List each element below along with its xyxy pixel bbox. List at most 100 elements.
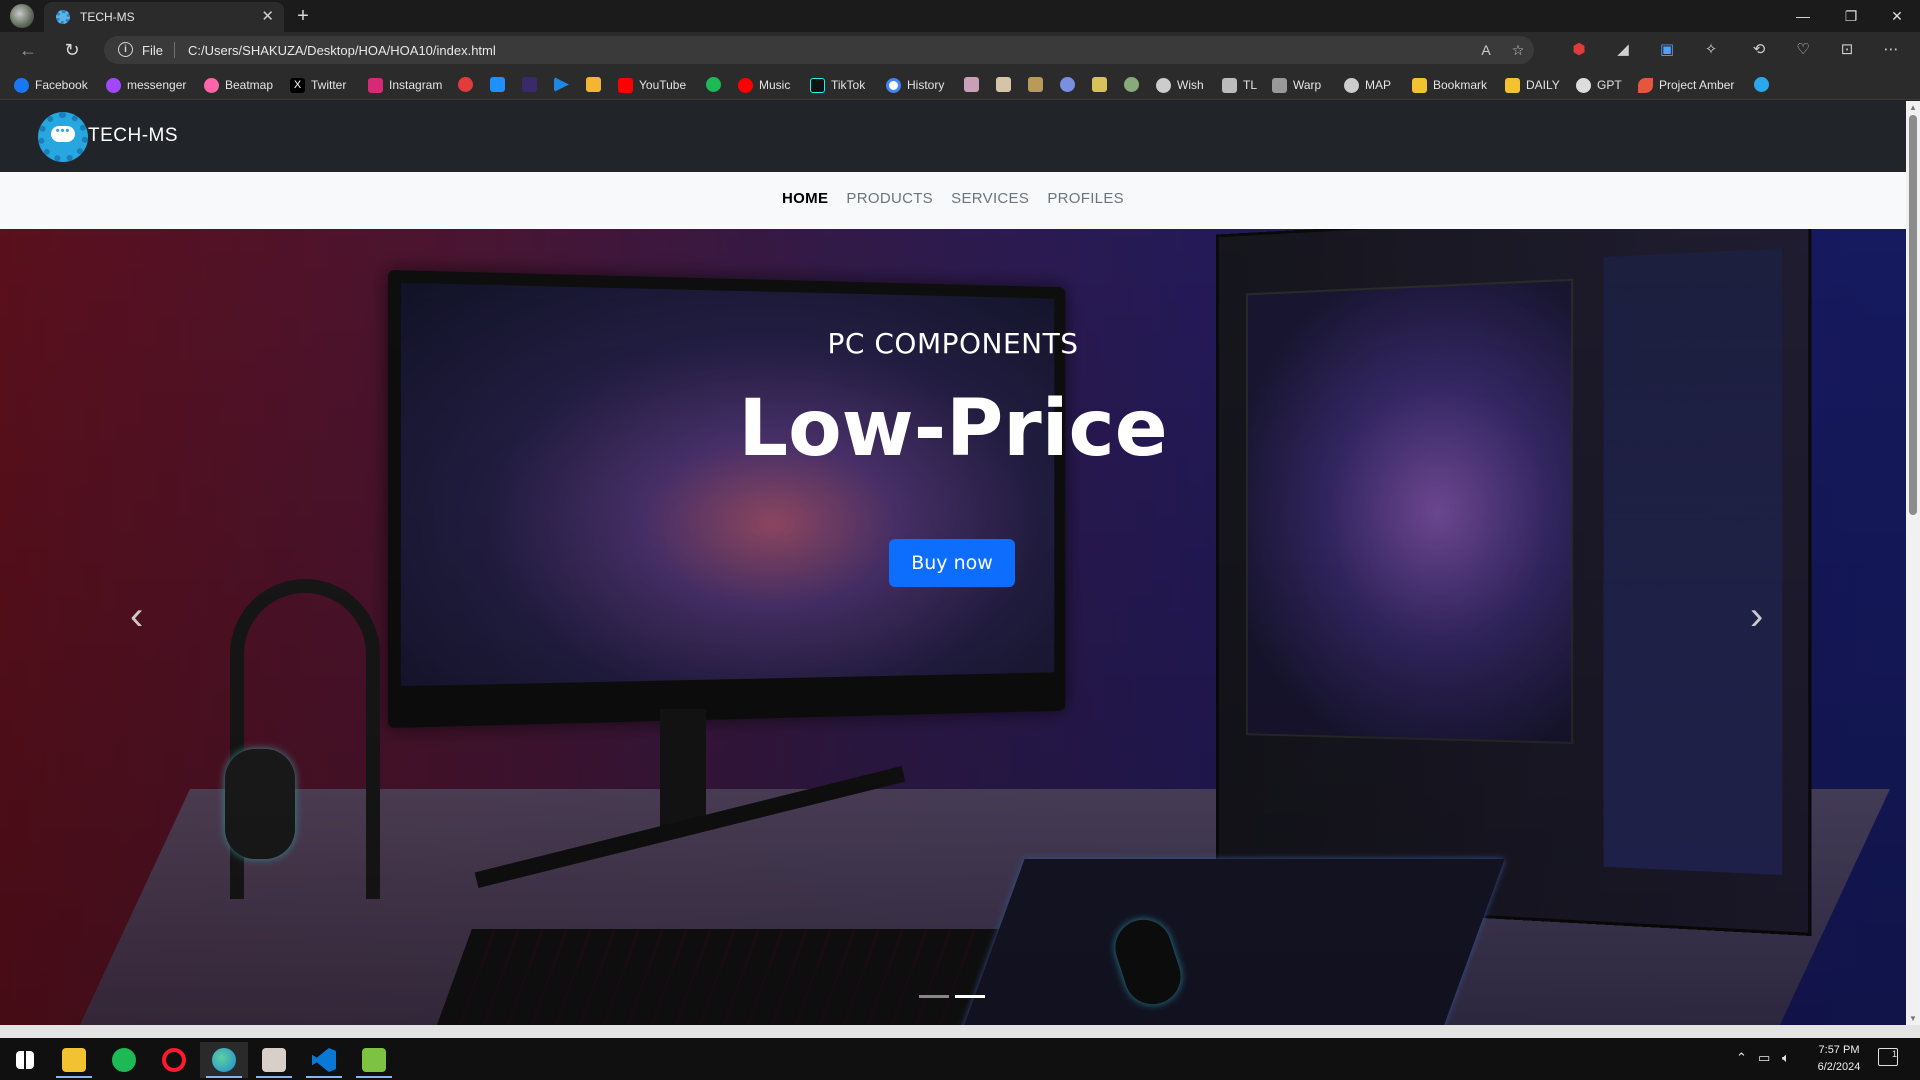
bookmark-tiktok[interactable]: TikTok xyxy=(810,76,865,94)
reload-button[interactable]: ↻ xyxy=(58,38,86,62)
crown-icon[interactable] xyxy=(586,77,601,92)
telegram-icon[interactable] xyxy=(1754,77,1769,92)
bookmark-twitter[interactable]: X Twitter xyxy=(290,76,346,94)
site-header: ••• TECH-MS xyxy=(0,101,1906,172)
wish-icon xyxy=(1156,77,1171,93)
bookmark-beatmap[interactable]: Beatmap xyxy=(204,76,273,94)
scroll-down-icon[interactable]: ▼ xyxy=(1909,1014,1917,1023)
notification-center-icon[interactable]: 1 xyxy=(1878,1048,1898,1066)
page-scrollbar[interactable]: ▲ ▼ xyxy=(1906,101,1920,1025)
buy-now-button[interactable]: Buy now xyxy=(889,539,1015,587)
bookmark-messenger[interactable]: messenger xyxy=(106,76,186,94)
site-info-icon[interactable]: i xyxy=(118,42,133,57)
screenshot-icon[interactable]: ⊡ xyxy=(1836,39,1858,61)
history-icon[interactable]: ⟲ xyxy=(1748,39,1770,61)
start-button[interactable] xyxy=(0,1042,48,1078)
bookmark-music[interactable]: Music xyxy=(738,76,790,94)
browser-tab[interactable]: TECH-MS ✕ xyxy=(44,2,284,32)
bookmark-gpt[interactable]: GPT xyxy=(1576,76,1622,94)
nav-services[interactable]: SERVICES xyxy=(951,190,1029,207)
ublock-extension-icon[interactable]: ⬢ xyxy=(1568,39,1590,61)
profile-avatar[interactable] xyxy=(10,4,34,28)
messenger-icon xyxy=(106,77,121,93)
new-tab-button[interactable]: + xyxy=(290,3,316,29)
tab-title: TECH-MS xyxy=(80,10,135,24)
carousel-indicator-2[interactable] xyxy=(955,995,985,998)
bookmark-map[interactable]: MAP xyxy=(1344,76,1391,94)
osu-icon xyxy=(204,77,219,93)
network-icon[interactable]: ▭ xyxy=(1758,1050,1770,1066)
facebook-icon xyxy=(14,77,29,93)
favorite-star-icon[interactable]: ☆ xyxy=(1508,42,1528,60)
translate-extension-icon[interactable]: ▣ xyxy=(1656,39,1678,61)
scroll-up-icon[interactable]: ▲ xyxy=(1909,103,1917,112)
url-text[interactable]: C:/Users/SHAKUZA/Desktop/HOA/HOA10/index… xyxy=(188,43,496,58)
image-viewer-app[interactable] xyxy=(250,1042,298,1078)
scroll-thumb[interactable] xyxy=(1909,115,1917,515)
nav-products[interactable]: PRODUCTS xyxy=(846,190,933,207)
horizontal-scroll-area xyxy=(0,1025,1920,1038)
play-store-icon[interactable] xyxy=(554,77,569,92)
nav-home[interactable]: HOME xyxy=(782,190,828,207)
discord-icon[interactable] xyxy=(1060,77,1075,92)
site-brand[interactable]: TECH-MS xyxy=(88,125,178,147)
notepad-icon xyxy=(362,1048,386,1072)
restore-button[interactable]: ❐ xyxy=(1828,0,1874,32)
opera-app[interactable] xyxy=(150,1042,198,1078)
windows-icon xyxy=(16,1051,34,1069)
file-explorer-app[interactable] xyxy=(50,1042,98,1078)
minimize-button[interactable]: — xyxy=(1780,0,1826,32)
bookmark-wish[interactable]: Wish xyxy=(1156,76,1204,94)
bookmark-tl[interactable]: TL xyxy=(1222,76,1257,94)
bookmark-youtube[interactable]: YouTube xyxy=(618,76,686,94)
image-app-icon xyxy=(262,1048,286,1072)
volume-icon[interactable]: 🔈︎ xyxy=(1782,1050,1790,1066)
vscode-app[interactable] xyxy=(300,1042,348,1078)
read-aloud-icon[interactable]: A xyxy=(1476,42,1496,60)
spotify-icon xyxy=(112,1048,136,1072)
browser-essentials-icon[interactable]: ♡ xyxy=(1792,39,1814,61)
edge-app[interactable] xyxy=(200,1042,248,1078)
url-separator xyxy=(174,42,175,58)
window-close-button[interactable]: ✕ xyxy=(1874,0,1920,32)
nav-profiles[interactable]: PROFILES xyxy=(1047,190,1124,207)
carousel-next-icon[interactable]: › xyxy=(1750,594,1763,639)
tray-overflow-icon[interactable]: ⌃ xyxy=(1736,1050,1747,1066)
w-bookmark-icon[interactable] xyxy=(522,77,537,92)
manga-icon[interactable] xyxy=(964,77,979,92)
bookmark-warp[interactable]: Warp xyxy=(1272,76,1321,94)
bookmark-project-amber[interactable]: Project Amber xyxy=(1638,76,1734,94)
carousel-indicator-1[interactable] xyxy=(919,995,949,998)
spotify-icon[interactable] xyxy=(706,77,721,92)
image-icon[interactable] xyxy=(1092,77,1107,92)
openai-icon xyxy=(1576,77,1591,93)
youtube-music-icon xyxy=(738,77,753,93)
carousel-prev-icon[interactable]: ‹ xyxy=(130,594,143,639)
url-scheme-label: File xyxy=(142,43,163,58)
more-menu-icon[interactable]: ⋯ xyxy=(1880,39,1902,61)
address-bar[interactable]: i File C:/Users/SHAKUZA/Desktop/HOA/HOA1… xyxy=(104,36,1534,64)
notepad-app[interactable] xyxy=(350,1042,398,1078)
taskbar-clock[interactable]: 7:57 PM 6/2/2024 xyxy=(1806,1042,1872,1076)
bookmark-history[interactable]: History xyxy=(886,76,944,94)
spotify-app[interactable] xyxy=(100,1042,148,1078)
calendar-icon[interactable] xyxy=(490,77,505,92)
tab-close-button[interactable]: ✕ xyxy=(261,7,274,25)
extensions-puzzle-icon[interactable]: ✧ xyxy=(1700,39,1722,61)
manga-icon-2[interactable] xyxy=(996,77,1011,92)
main-nav: HOME PRODUCTS SERVICES PROFILES xyxy=(0,172,1906,229)
weibo-icon[interactable] xyxy=(458,77,473,92)
map-icon xyxy=(1344,77,1359,93)
bookmark-folder-bookmark[interactable]: Bookmark xyxy=(1412,76,1487,94)
globe-icon[interactable] xyxy=(1124,77,1139,92)
sword-icon[interactable] xyxy=(1028,77,1043,92)
bookmark-folder-daily[interactable]: DAILY xyxy=(1505,76,1560,94)
extension-icon[interactable]: ◢ xyxy=(1612,39,1634,61)
bookmarks-bar: Facebook messenger Beatmap X Twitter Inst… xyxy=(0,68,1920,100)
bookmark-instagram[interactable]: Instagram xyxy=(368,76,442,94)
folder-icon xyxy=(1412,77,1427,93)
tl-icon xyxy=(1222,77,1237,93)
bookmark-facebook[interactable]: Facebook xyxy=(14,76,88,94)
tiktok-icon xyxy=(810,77,825,93)
back-button[interactable]: ← xyxy=(14,38,42,62)
